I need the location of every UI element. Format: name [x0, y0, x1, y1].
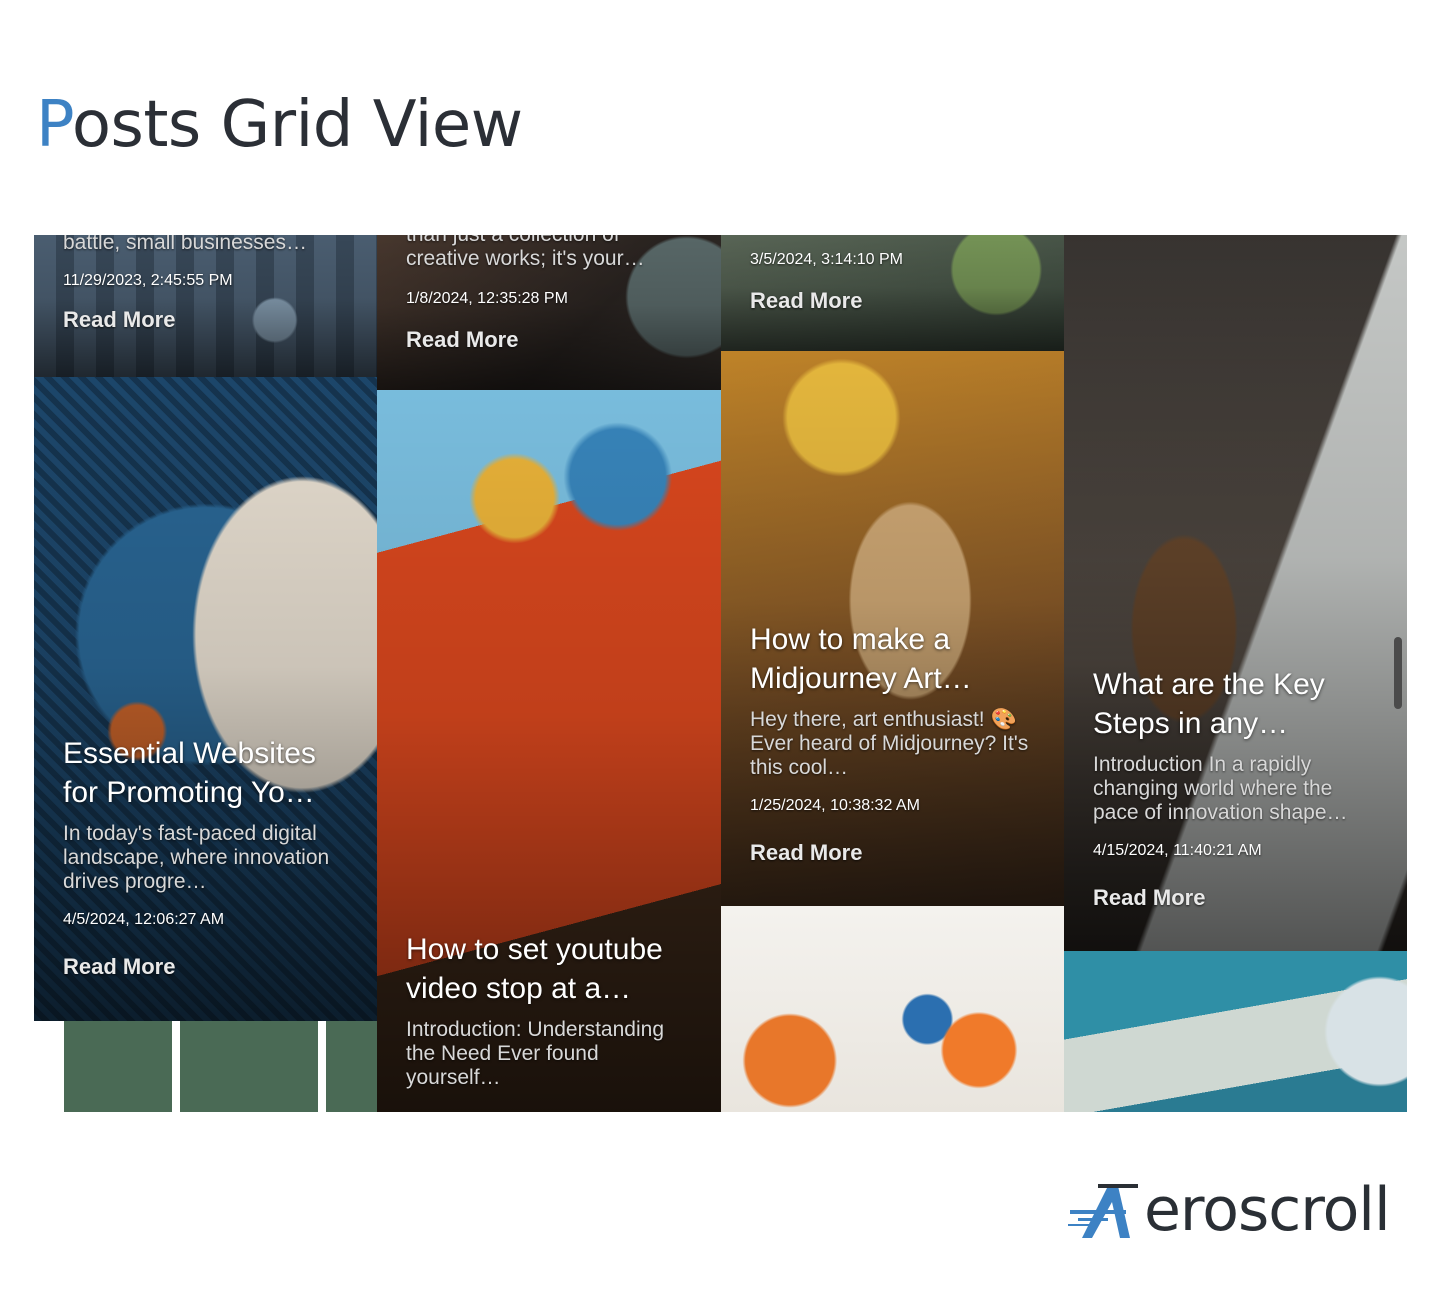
- grid-column-3: 3/5/2024, 3:14:10 PM Read More How to ma…: [721, 235, 1065, 1112]
- aeroscroll-a-icon: [1068, 1184, 1138, 1238]
- brand-logo-text: eroscroll: [1144, 1175, 1391, 1245]
- posts-grid: battle, small businesses… 11/29/2023, 2:…: [34, 235, 1407, 1112]
- post-card[interactable]: battle, small businesses… 11/29/2023, 2:…: [34, 235, 378, 377]
- post-excerpt: Hey there, art enthusiast! 🎨Ever heard o…: [750, 708, 1029, 779]
- post-date: 4/15/2024, 11:40:21 AM: [1093, 842, 1262, 859]
- post-date: 1/8/2024, 12:35:28 PM: [406, 290, 568, 307]
- page-title: Posts Grid View: [36, 88, 523, 162]
- read-more-link[interactable]: Read More: [63, 954, 175, 980]
- post-card-thumbnails[interactable]: [34, 1021, 378, 1112]
- post-excerpt: Introduction: Understanding the Need Eve…: [406, 1018, 664, 1089]
- post-date: 4/5/2024, 12:06:27 AM: [63, 911, 225, 928]
- post-excerpt: In today's fast-paced digital landscape,…: [63, 822, 330, 893]
- post-date: 1/25/2024, 10:38:32 AM: [750, 797, 920, 814]
- post-excerpt: than just a collection of creative works…: [406, 235, 645, 270]
- scrollbar-thumb[interactable]: [1394, 637, 1402, 709]
- post-card[interactable]: How to set youtube video stop at a… Intr…: [377, 390, 721, 1112]
- read-more-link[interactable]: Read More: [750, 288, 862, 314]
- grid-column-1: battle, small businesses… 11/29/2023, 2:…: [34, 235, 378, 1112]
- post-card[interactable]: [721, 906, 1065, 1112]
- post-date: 3/5/2024, 3:14:10 PM: [750, 251, 903, 268]
- post-card[interactable]: Essential Websites for Promoting Yo… In …: [34, 377, 378, 1021]
- post-title[interactable]: Essential Websites for Promoting Yo…: [63, 734, 354, 812]
- post-card[interactable]: What are the Key Steps in any… Introduct…: [1064, 235, 1407, 951]
- read-more-link[interactable]: Read More: [1093, 885, 1205, 911]
- read-more-link[interactable]: Read More: [406, 327, 518, 353]
- post-excerpt: Introduction In a rapidly changing world…: [1093, 753, 1348, 824]
- post-card[interactable]: than just a collection of creative works…: [377, 235, 721, 390]
- brand-logo: eroscroll: [1068, 1172, 1408, 1248]
- post-card[interactable]: [1064, 951, 1407, 1112]
- read-more-link[interactable]: Read More: [63, 307, 175, 333]
- page-title-accent: P: [36, 88, 72, 162]
- grid-column-2: than just a collection of creative works…: [377, 235, 721, 1112]
- read-more-link[interactable]: Read More: [750, 840, 862, 866]
- post-date: 11/29/2023, 2:45:55 PM: [63, 272, 233, 289]
- grid-column-4: What are the Key Steps in any… Introduct…: [1064, 235, 1407, 1112]
- post-title[interactable]: What are the Key Steps in any…: [1093, 665, 1383, 743]
- post-title[interactable]: How to make a Midjourney Art…: [750, 620, 1041, 698]
- post-card[interactable]: 3/5/2024, 3:14:10 PM Read More: [721, 235, 1065, 351]
- page-title-rest: osts Grid View: [71, 88, 523, 162]
- post-title[interactable]: How to set youtube video stop at a…: [406, 930, 697, 1008]
- post-card[interactable]: How to make a Midjourney Art… Hey there,…: [721, 351, 1065, 906]
- post-excerpt: battle, small businesses…: [63, 235, 307, 254]
